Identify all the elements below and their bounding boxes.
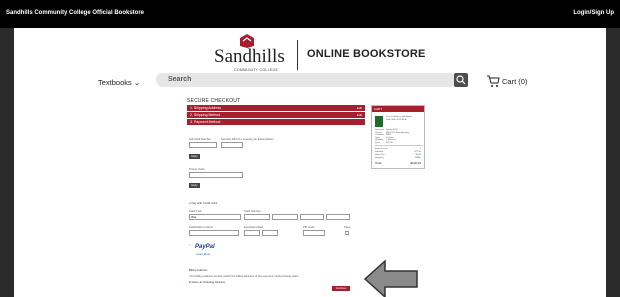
summary-value: FREE: [415, 157, 421, 159]
zip-field[interactable]: [303, 230, 325, 236]
step-payment-method: 3. Payment Method: [187, 119, 365, 125]
paypal-radio[interactable]: ○: [189, 243, 191, 247]
paypal-learn-more[interactable]: Learn More: [196, 252, 210, 256]
card-number-part-1[interactable]: [244, 214, 270, 220]
step-shipping-method[interactable]: 2. Shipping Method Edit: [187, 112, 365, 118]
exp-month-select[interactable]: [244, 230, 260, 236]
pointer-arrow-annotation: [363, 259, 418, 297]
logo-name: Sandhills: [214, 46, 285, 67]
page: Sandhills COMMUNITY COLLEGE ONLINE BOOKS…: [14, 28, 606, 297]
promo-label: Promo Code: [189, 167, 205, 171]
summary-value: $71.35: [414, 151, 421, 153]
step-label: 3. Payment Method: [190, 120, 221, 124]
step-label: 2. Shipping Method: [190, 113, 221, 117]
book-cover-thumbnail: [375, 116, 383, 127]
card-number-label: Card Number: [244, 209, 261, 213]
summary-label: Shipping: [375, 157, 384, 159]
save-label: Save: [344, 225, 351, 229]
summary-label: Subtotal: [375, 151, 384, 153]
card-number-part-4[interactable]: [326, 214, 350, 220]
promo-field[interactable]: [189, 172, 243, 178]
exp-year-select[interactable]: [262, 230, 278, 236]
cart-summary-panel: CART The St. Martin's Handbook Sixth Wit…: [371, 105, 425, 169]
login-link[interactable]: Login/Sign Up: [573, 10, 614, 16]
total-value: $118.22: [410, 161, 421, 165]
search-icon: [456, 75, 466, 85]
summary-label: Items in Cart: [375, 148, 388, 150]
card-type-select[interactable]: Visa: [189, 214, 241, 220]
summary-value: $0.00: [415, 154, 421, 156]
edit-link[interactable]: Edit: [357, 106, 362, 110]
card-number-part-3[interactable]: [300, 214, 324, 220]
security-pin-label: Security PIN (If a security pin listed b…: [221, 137, 274, 141]
store-name: ONLINE BOOKSTORE: [307, 48, 426, 60]
summary-label: Sales Tax: [375, 154, 385, 156]
billing-title: Billing Address: [189, 268, 208, 272]
cart-icon: [487, 75, 500, 87]
same-as-shipping-option[interactable]: ■ Same as Shipping Address: [189, 280, 225, 284]
zip-label: ZIP Code: [303, 225, 315, 229]
cardholder-label: Cardholder's Name: [189, 225, 214, 229]
pay-credit-card-option[interactable]: ● Pay with Credit Card: [189, 201, 217, 205]
step-label: 1. Shipping Address: [190, 106, 222, 110]
divider: [375, 145, 423, 146]
billing-note: Your billing address should match the bi…: [189, 274, 299, 278]
total-label: Total: [375, 161, 382, 165]
continue-button[interactable]: Continue: [332, 286, 350, 291]
top-bar: Sandhills Community College Official Boo…: [0, 0, 620, 28]
paypal-logo[interactable]: PayPal: [195, 244, 215, 250]
item-subtitle: Sixth With 2016 MLA: [386, 119, 407, 121]
gift-card-field[interactable]: [189, 142, 217, 148]
checkout-panel: SECURE CHECKOUT 1. Shipping Address Edit …: [187, 98, 365, 125]
search-placeholder: Search: [168, 76, 192, 83]
card-type-label: Card Type: [189, 209, 202, 213]
save-checkbox[interactable]: [345, 231, 349, 235]
cart-label: Cart (0): [502, 77, 528, 86]
summary-value: 1: [419, 148, 421, 150]
cart-panel-title: CART: [372, 106, 424, 112]
nav-bar: Textbooks ⌄ Search Cart (0): [14, 72, 606, 92]
detail-label: Price: [375, 141, 380, 144]
card-type-value: Visa: [191, 216, 196, 219]
detail-value: $71.35: [386, 141, 393, 144]
step-shipping-address[interactable]: 1. Shipping Address Edit: [187, 105, 365, 111]
pay-option-label: Pay with Credit Card: [191, 201, 218, 205]
textbooks-menu[interactable]: Textbooks ⌄: [98, 78, 140, 87]
apply-gift-card-button[interactable]: Apply: [189, 154, 200, 159]
search-input[interactable]: Search: [156, 73, 457, 87]
item-title[interactable]: The St. Martin's Handbook: [386, 116, 412, 118]
card-number-part-2[interactable]: [272, 214, 298, 220]
logo-divider: [297, 40, 298, 70]
cardholder-field[interactable]: [189, 230, 239, 236]
same-as-shipping-label: Same as Shipping Address: [191, 280, 226, 284]
apply-promo-button[interactable]: Apply: [189, 183, 200, 188]
security-pin-field[interactable]: [221, 142, 243, 148]
expiration-label: Expiration Date: [244, 225, 264, 229]
checkout-title: SECURE CHECKOUT: [187, 98, 241, 104]
textbooks-label: Textbooks: [98, 78, 132, 87]
search-button[interactable]: [454, 73, 468, 87]
chevron-down-icon: ⌄: [133, 78, 141, 87]
site-title[interactable]: Sandhills Community College Official Boo…: [6, 10, 144, 16]
gift-card-label: Gift Card Number: [189, 137, 211, 141]
edit-link[interactable]: Edit: [357, 113, 362, 117]
